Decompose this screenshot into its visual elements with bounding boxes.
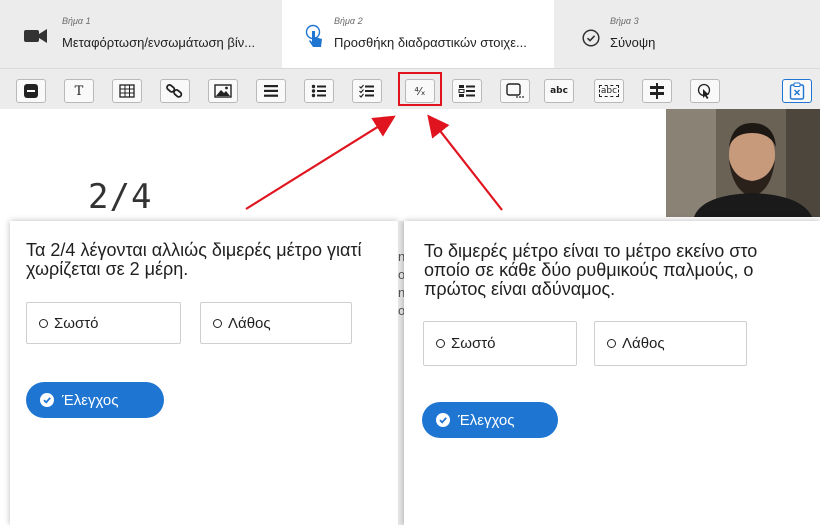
fill-blanks-tool-button[interactable]: abc	[544, 79, 574, 103]
radio-icon	[607, 339, 616, 348]
highlight-box	[398, 72, 442, 106]
check-button-label: Έλεγχος	[458, 411, 515, 429]
step-3-title: Σύνοψη	[610, 35, 656, 50]
link-icon	[166, 84, 183, 98]
speech-box-icon	[506, 83, 524, 98]
step-navigation: Βήμα 1 Μεταφόρτωση/ενσωμάτωση βίν... Βήμ…	[0, 0, 820, 68]
check-circle-icon	[582, 29, 600, 52]
radio-icon	[213, 318, 222, 328]
label-icon	[24, 84, 38, 98]
check-button[interactable]: Έλεγχος	[422, 402, 558, 438]
step-2-tab[interactable]: Βήμα 2 Προσθήκη διαδραστικών στοιχε...	[282, 0, 554, 68]
video-camera-icon	[24, 28, 48, 49]
true-option-label: Σωστό	[54, 314, 99, 332]
hotspot-pointer-icon	[697, 83, 711, 99]
step-2-title: Προσθήκη διαδραστικών στοιχε...	[334, 35, 527, 50]
question-text: Το διμερές μέτρο είναι το μέτρο εκείνο σ…	[424, 241, 758, 299]
image-tool-button[interactable]	[208, 79, 238, 103]
question-text: Τα 2/4 λέγονται αλλιώς διμερές μέτρο για…	[26, 240, 362, 279]
crossroads-tool-button[interactable]	[642, 79, 672, 103]
drag-text-tool-button[interactable]: abc	[594, 79, 624, 103]
image-icon	[214, 84, 232, 98]
drag-text-icon: abc	[598, 85, 620, 97]
webcam-overlay	[666, 109, 820, 217]
step-2-number: Βήμα 2	[334, 16, 363, 26]
fill-blanks-icon: abc	[550, 86, 568, 96]
false-option-label: Λάθος	[622, 335, 665, 352]
check-circle-icon	[40, 393, 54, 407]
true-false-card-right: Το διμερές μέτρο είναι το μέτρο εκείνο σ…	[404, 221, 820, 525]
false-option-label: Λάθος	[228, 314, 271, 332]
radio-icon	[436, 339, 445, 348]
drag-list-icon	[458, 85, 475, 97]
drag-words-tool-button[interactable]	[452, 79, 482, 103]
step-1-tab[interactable]: Βήμα 1 Μεταφόρτωση/ενσωμάτωση βίν...	[0, 0, 282, 68]
text-icon: T	[74, 83, 84, 99]
table-icon	[119, 84, 135, 98]
step-3-number: Βήμα 3	[610, 16, 639, 26]
text-tool-button[interactable]: T	[64, 79, 94, 103]
single-choice-tool-button[interactable]	[304, 79, 334, 103]
link-tool-button[interactable]	[160, 79, 190, 103]
true-option[interactable]: Σωστό	[26, 302, 181, 344]
summary-tool-button[interactable]	[500, 79, 530, 103]
clipboard-x-icon	[789, 82, 805, 100]
true-option-label: Σωστό	[451, 335, 496, 352]
bullet-list-icon	[311, 84, 326, 98]
label-tool-button[interactable]	[16, 79, 46, 103]
navigation-hotspot-tool-button[interactable]	[690, 79, 720, 103]
touch-pointer-icon	[304, 24, 326, 53]
step-1-number: Βήμα 1	[62, 16, 91, 26]
table-tool-button[interactable]	[112, 79, 142, 103]
step-1-title: Μεταφόρτωση/ενσωμάτωση βίν...	[62, 35, 256, 50]
true-false-card-left: Τα 2/4 λέγονται αλλιώς διμερές μέτρο για…	[10, 221, 398, 525]
true-option[interactable]: Σωστό	[423, 321, 577, 366]
radio-icon	[39, 318, 48, 328]
check-button-label: Έλεγχος	[62, 391, 119, 409]
check-button[interactable]: Έλεγχος	[26, 382, 164, 418]
multiple-choice-tool-button[interactable]	[352, 79, 382, 103]
statements-tool-button[interactable]	[256, 79, 286, 103]
check-circle-icon	[436, 413, 450, 427]
crossroads-icon	[650, 83, 664, 99]
paste-button[interactable]	[782, 79, 812, 103]
step-3-tab[interactable]: Βήμα 3 Σύνοψη	[554, 0, 820, 68]
checklist-icon	[359, 84, 374, 98]
false-option[interactable]: Λάθος	[594, 321, 747, 366]
list-icon	[264, 85, 278, 97]
canvas-fraction-text: 2/4	[88, 177, 153, 217]
false-option[interactable]: Λάθος	[200, 302, 352, 344]
